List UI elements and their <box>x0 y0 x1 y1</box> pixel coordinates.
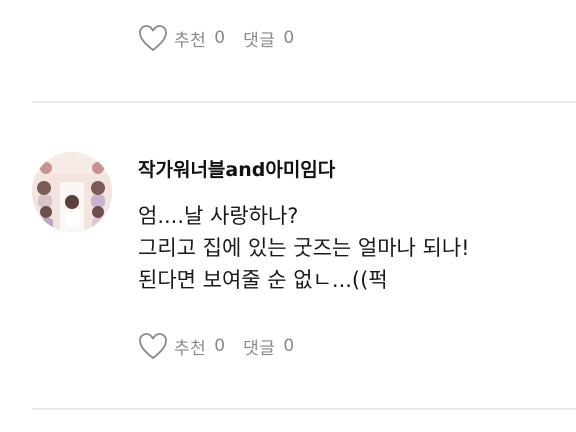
comment-line: 그리고 집에 있는 굿즈는 얼마나 되나! <box>138 236 470 260</box>
comment-body: 엄....날 사랑하나? 그리고 집에 있는 굿즈는 얼마나 되나! 된다면 보… <box>138 200 556 296</box>
like-button[interactable]: 추천 0 <box>138 332 225 360</box>
like-label: 추천 <box>174 338 207 359</box>
like-button[interactable]: 추천 0 <box>138 24 225 52</box>
divider <box>32 408 576 410</box>
comment-button[interactable]: 댓글 0 <box>243 334 294 359</box>
comment-action-bar: 추천 0 댓글 0 <box>138 331 294 361</box>
comment-line: 엄....날 사랑하나? <box>138 204 299 228</box>
avatar-photo-icon <box>32 152 112 232</box>
comment-item: 작가워너블and아미임다 엄....날 사랑하나? 그리고 집에 있는 굿즈는 … <box>138 155 556 296</box>
like-count: 0 <box>214 336 226 356</box>
comment-button[interactable]: 댓글 0 <box>243 26 294 51</box>
heart-icon <box>139 25 167 51</box>
comment-label: 댓글 <box>243 30 276 51</box>
comment-author[interactable]: 작가워너블and아미임다 <box>138 155 556 185</box>
comment-line: 된다면 보여줄 순 없ㄴ...((퍽 <box>138 268 388 292</box>
avatar[interactable] <box>32 152 112 232</box>
comment-count: 0 <box>283 336 295 356</box>
post-action-bar: 추천 0 댓글 0 <box>138 23 294 53</box>
heart-icon <box>139 333 167 359</box>
like-count: 0 <box>214 28 226 48</box>
comment-count: 0 <box>283 28 295 48</box>
comment-label: 댓글 <box>243 338 276 359</box>
divider <box>32 101 576 103</box>
like-label: 추천 <box>174 30 207 51</box>
